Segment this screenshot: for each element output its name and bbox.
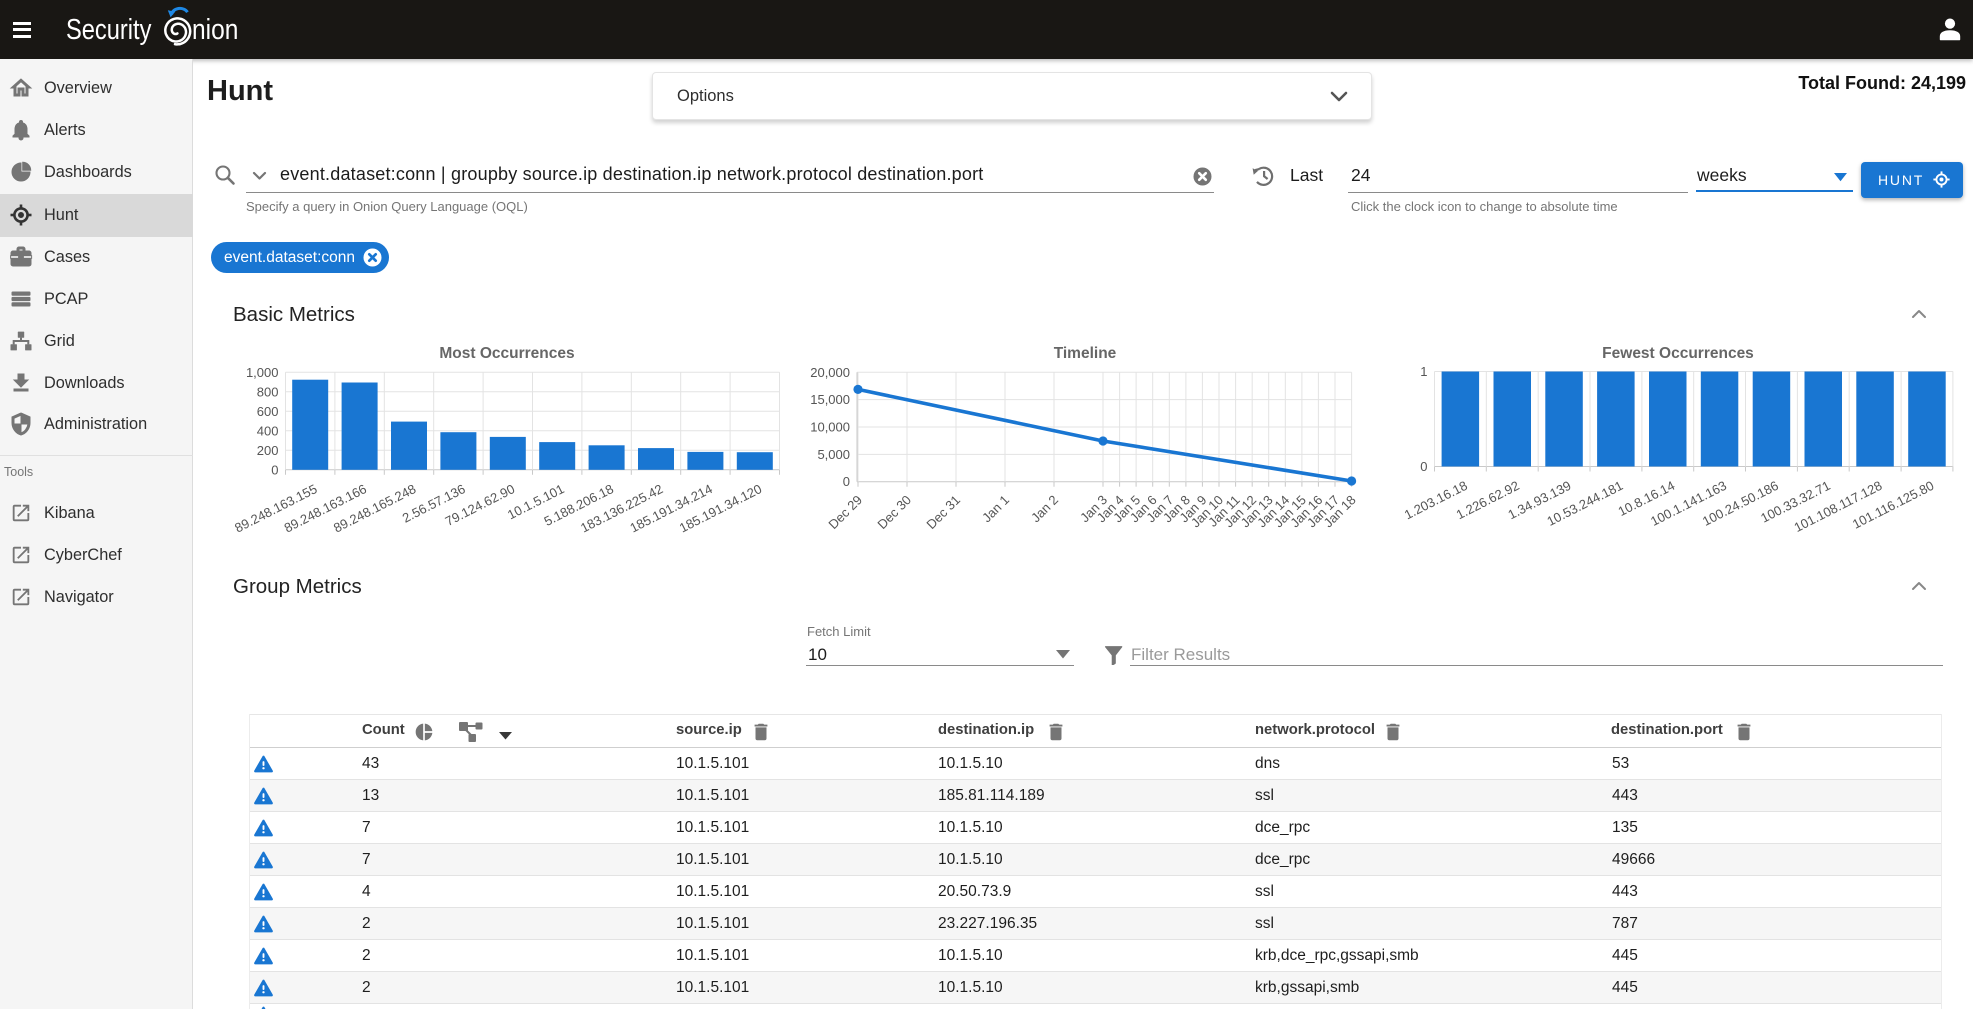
svg-text:1,000: 1,000 — [246, 365, 279, 380]
svg-text:800: 800 — [257, 384, 279, 399]
svg-text:5,000: 5,000 — [817, 447, 850, 462]
svg-text:15,000: 15,000 — [810, 392, 850, 407]
svg-text:Jan 2: Jan 2 — [1028, 492, 1061, 525]
svg-text:Dec 29: Dec 29 — [825, 492, 865, 532]
svg-text:600: 600 — [257, 404, 279, 419]
svg-text:101.108.117.128: 101.108.117.128 — [1792, 478, 1885, 535]
svg-text:Most Occurrences: Most Occurrences — [439, 345, 574, 362]
svg-text:Fewest Occurrences: Fewest Occurrences — [1602, 345, 1754, 362]
svg-text:Jan 1: Jan 1 — [979, 492, 1012, 525]
svg-text:0: 0 — [843, 474, 850, 489]
svg-text:400: 400 — [257, 423, 279, 438]
svg-text:Dec 30: Dec 30 — [874, 492, 914, 532]
svg-text:Dec 31: Dec 31 — [923, 492, 963, 532]
svg-text:0: 0 — [271, 462, 278, 477]
svg-text:89.248.163.155: 89.248.163.155 — [232, 481, 319, 535]
svg-text:200: 200 — [257, 443, 279, 458]
svg-text:Timeline: Timeline — [1054, 345, 1117, 362]
svg-text:1: 1 — [1420, 364, 1427, 379]
svg-text:10,000: 10,000 — [810, 420, 850, 435]
svg-text:20,000: 20,000 — [810, 365, 850, 380]
svg-text:0: 0 — [1420, 459, 1427, 474]
